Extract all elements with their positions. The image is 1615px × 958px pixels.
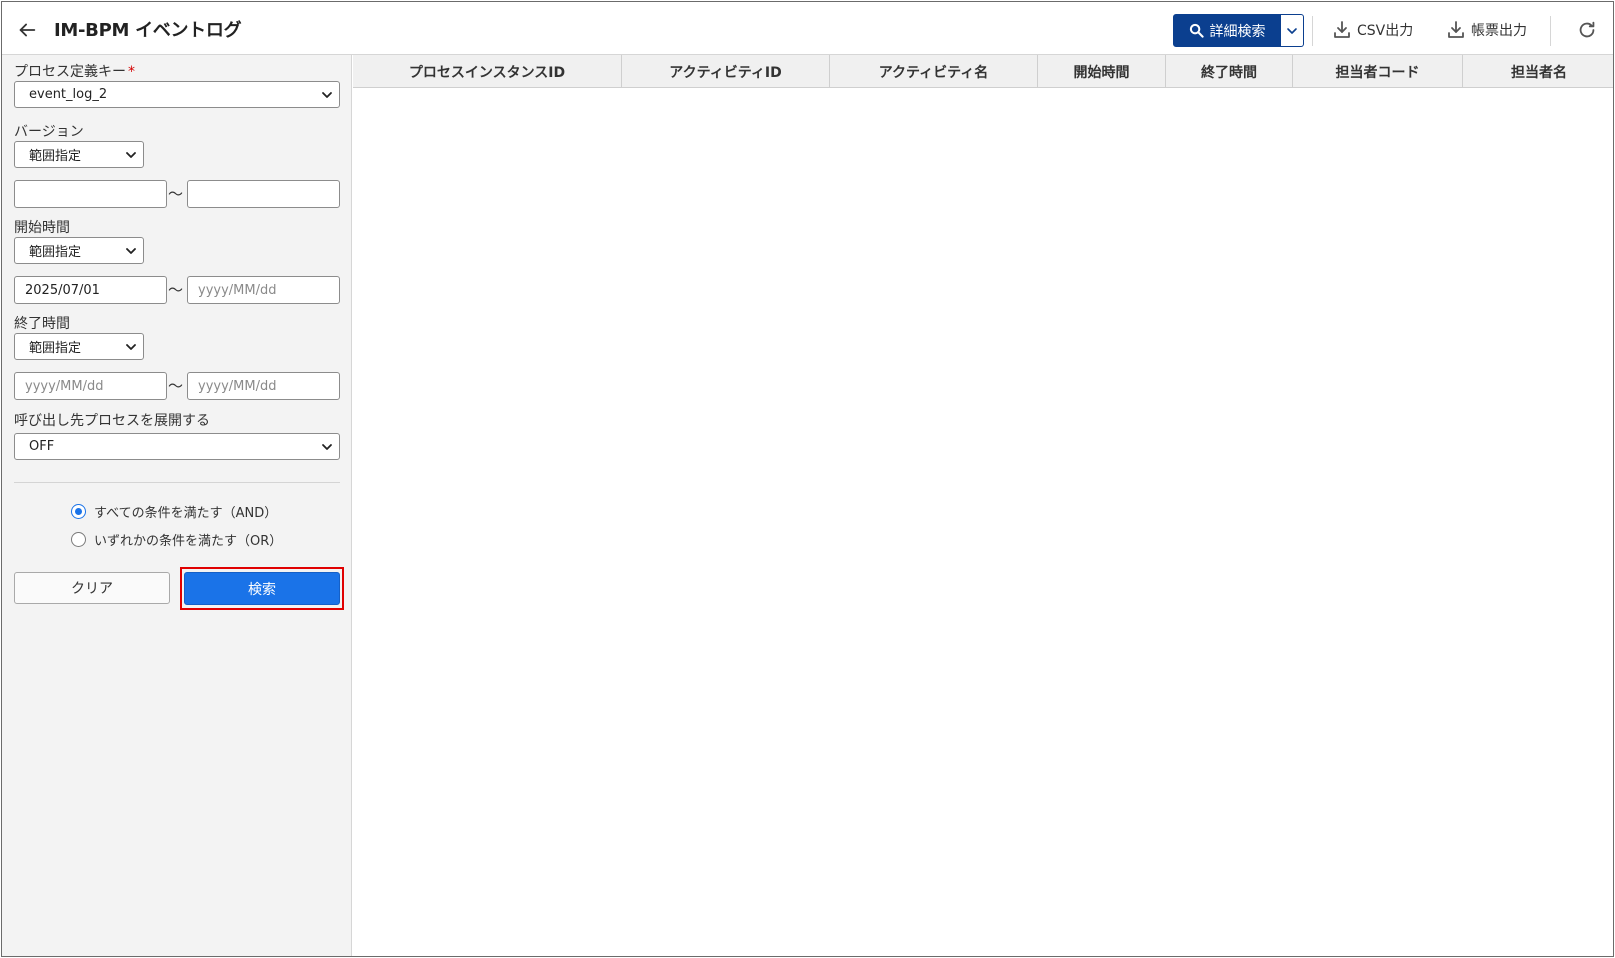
search-sidebar: プロセス定義キー * event_log_2 バージョン 範囲指定 ～ 開始時間 … [2, 55, 352, 956]
start-time-mode-select[interactable]: 範囲指定 [14, 237, 144, 264]
report-export-label: 帳票出力 [1471, 23, 1527, 39]
back-arrow-icon[interactable] [16, 19, 38, 41]
toolbar-divider [1550, 16, 1551, 46]
refresh-icon[interactable] [1576, 19, 1598, 41]
expand-called-label: 呼び出し先プロセスを展開する [14, 413, 210, 429]
download-icon [1448, 21, 1464, 38]
sidebar-divider [14, 482, 340, 483]
start-time-from-input[interactable]: 2025/07/01 [14, 276, 167, 304]
app-window: IM-BPM イベントログ 詳細検索 CSV出力 帳票出力 プロセス定義キー *… [1, 1, 1614, 957]
search-button[interactable]: 検索 [184, 572, 340, 605]
column-header-activity-name[interactable]: アクティビティ名 [830, 55, 1038, 88]
end-time-from-input[interactable]: yyyy/MM/dd [14, 372, 167, 400]
process-key-select[interactable]: event_log_2 [14, 81, 340, 108]
report-export-button[interactable]: 帳票出力 [1446, 19, 1527, 41]
range-separator: ～ [168, 281, 184, 299]
condition-or-radio[interactable]: いずれかの条件を満たす（OR） [71, 530, 282, 549]
search-icon [1189, 23, 1204, 38]
table-body [353, 88, 1613, 956]
chevron-down-icon [321, 89, 333, 101]
column-header-end-time[interactable]: 終了時間 [1166, 55, 1293, 88]
header-bar: IM-BPM イベントログ 詳細検索 CSV出力 帳票出力 [2, 2, 1613, 55]
column-header-activity-id[interactable]: アクティビティID [622, 55, 830, 88]
csv-export-button[interactable]: CSV出力 [1332, 19, 1413, 41]
column-header-user-name[interactable]: 担当者名 [1463, 55, 1613, 88]
download-icon [1334, 21, 1350, 38]
range-separator: ～ [168, 377, 184, 395]
end-time-to-input[interactable]: yyyy/MM/dd [187, 372, 340, 400]
chevron-down-icon [125, 245, 137, 257]
detail-search-dropdown-button[interactable] [1281, 14, 1304, 47]
radio-checked[interactable] [71, 503, 86, 519]
chevron-down-icon [125, 341, 137, 353]
page-title: IM-BPM イベントログ [54, 20, 242, 41]
chevron-down-icon [321, 441, 333, 453]
expand-called-select[interactable]: OFF [14, 433, 340, 460]
clear-button[interactable]: クリア [14, 572, 170, 604]
column-header-process-instance-id[interactable]: プロセスインスタンスID [353, 55, 622, 88]
range-separator: ～ [168, 185, 184, 203]
detail-search-label: 詳細検索 [1209, 23, 1266, 40]
detail-search-group: 詳細検索 [1173, 14, 1304, 47]
detail-search-button[interactable]: 詳細検索 [1173, 14, 1281, 47]
start-time-to-input[interactable]: yyyy/MM/dd [187, 276, 340, 304]
end-time-label: 終了時間 [14, 316, 70, 332]
version-mode-select[interactable]: 範囲指定 [14, 141, 144, 168]
column-header-user-code[interactable]: 担当者コード [1293, 55, 1463, 88]
chevron-down-icon [125, 149, 137, 161]
condition-and-radio[interactable]: すべての条件を満たす（AND） [71, 502, 277, 521]
csv-export-label: CSV出力 [1357, 23, 1414, 39]
end-time-mode-select[interactable]: 範囲指定 [14, 333, 144, 360]
column-header-start-time[interactable]: 開始時間 [1038, 55, 1166, 88]
version-from-input[interactable] [14, 180, 167, 208]
version-to-input[interactable] [187, 180, 340, 208]
process-key-label: プロセス定義キー * [14, 64, 135, 80]
table-header: プロセスインスタンスID アクティビティID アクティビティ名 開始時間 終了時… [353, 55, 1613, 88]
start-time-label: 開始時間 [14, 220, 70, 236]
chevron-down-icon [1287, 27, 1297, 34]
toolbar-divider [1312, 16, 1313, 46]
radio-unchecked[interactable] [71, 531, 86, 547]
version-label: バージョン [14, 124, 84, 140]
